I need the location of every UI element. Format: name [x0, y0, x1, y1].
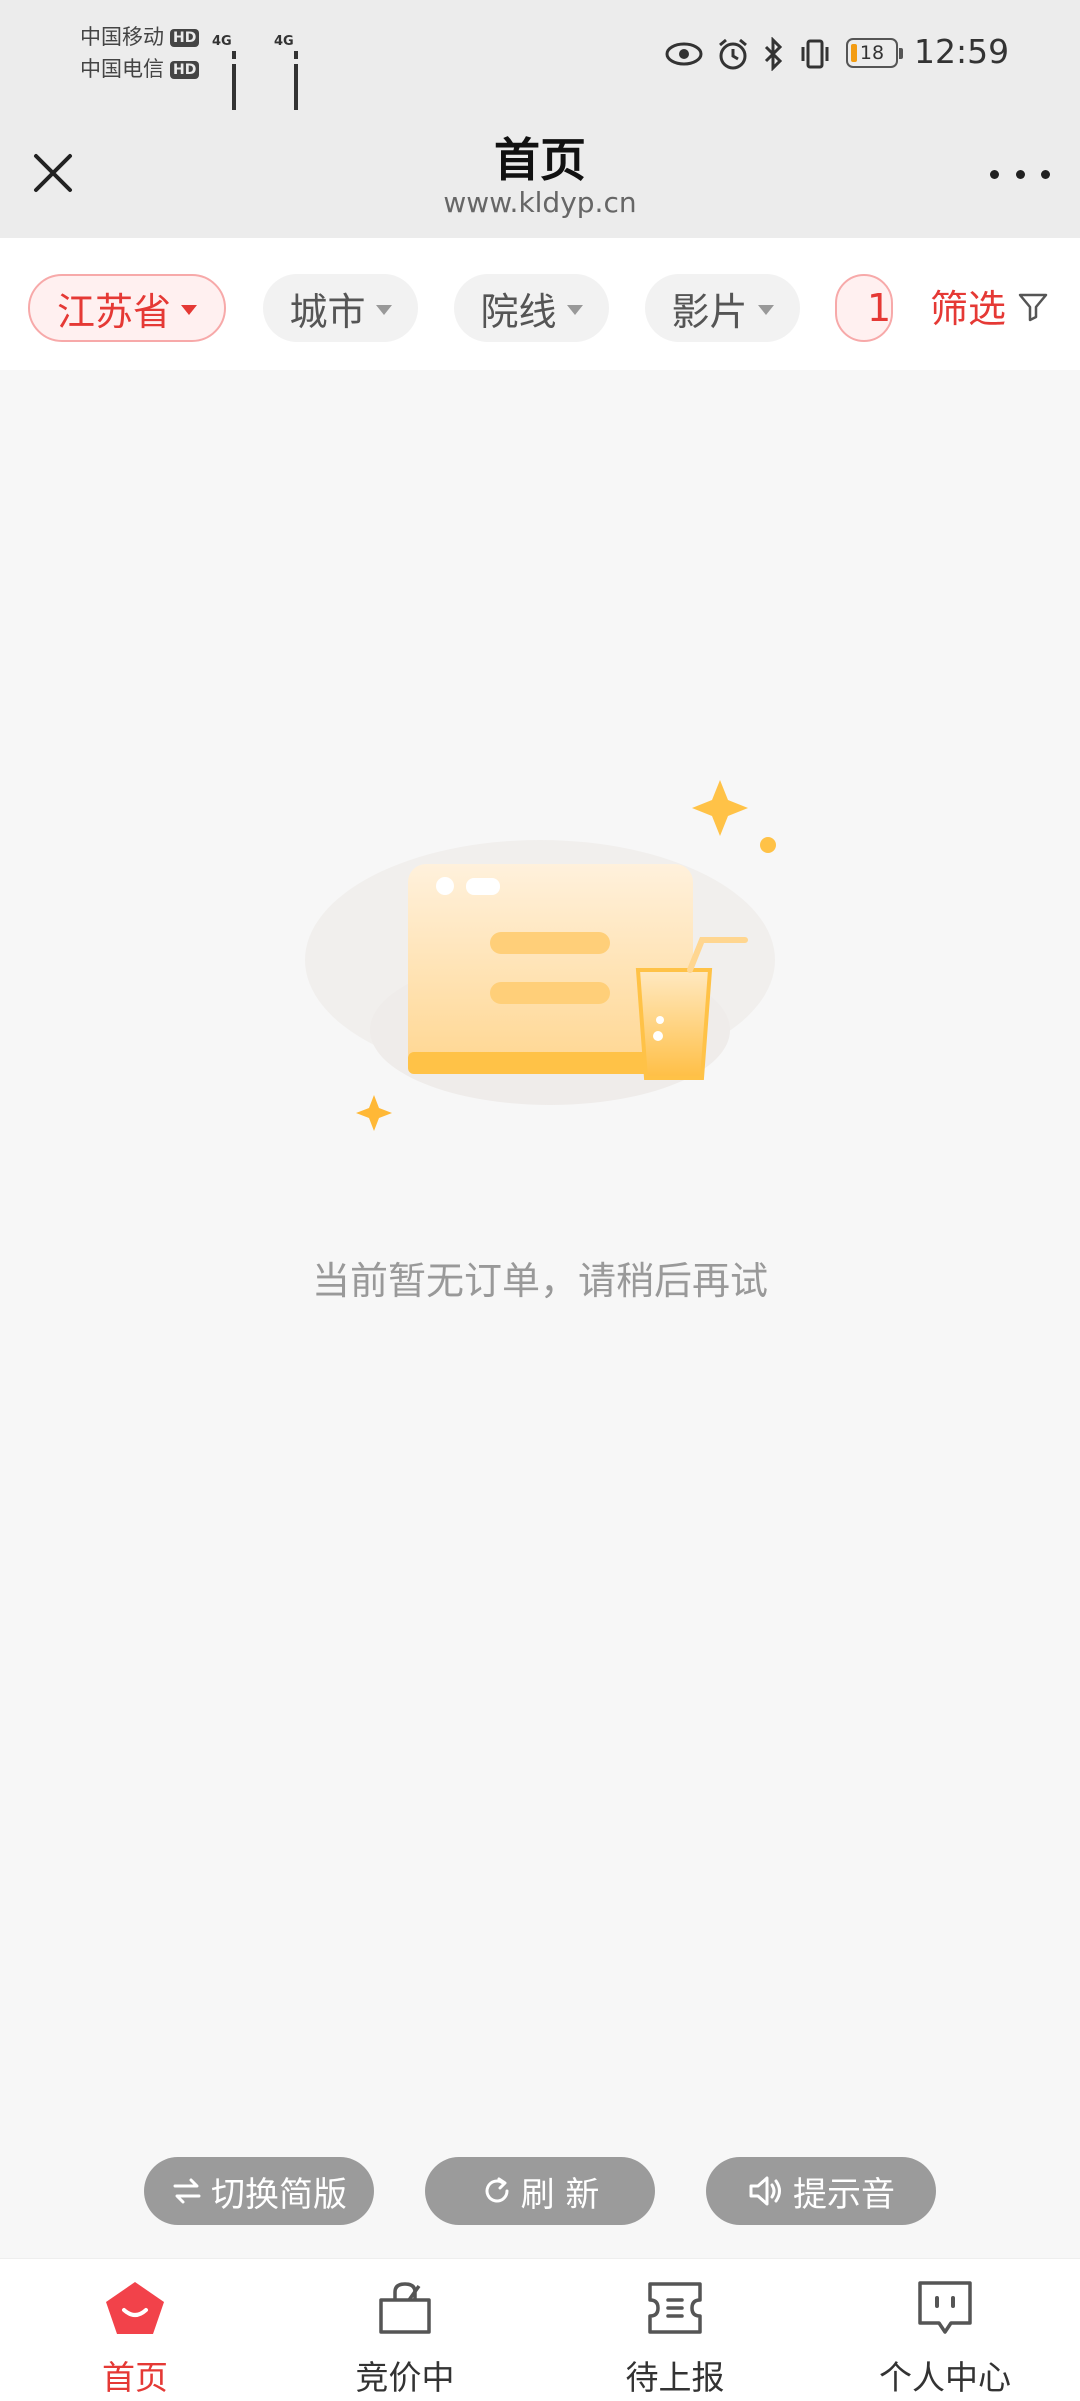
tab-pending-report[interactable]: 待上报 — [540, 2259, 810, 2401]
hd-badge: HD — [170, 61, 200, 79]
status-icons — [664, 34, 832, 74]
filter-chip-extra[interactable]: 1 — [835, 274, 893, 342]
empty-orders-illustration — [305, 780, 776, 1131]
clock: 12:59 — [914, 32, 1010, 71]
carrier-2: 中国电信 HD — [80, 56, 200, 82]
battery-icon: 18 — [846, 38, 903, 68]
filter-chip-movie[interactable]: 影片 — [645, 274, 800, 342]
home-icon — [106, 2282, 164, 2334]
eye-icon — [665, 42, 703, 66]
dropdown-icon — [375, 305, 392, 315]
tab-profile[interactable]: 个人中心 — [810, 2259, 1080, 2401]
alarm-icon — [719, 38, 747, 70]
switch-simple-mode-button[interactable]: 切换简版 — [144, 2157, 374, 2225]
dropdown-icon — [181, 305, 197, 315]
hd-badge: HD — [170, 29, 200, 47]
refresh-icon — [485, 2177, 509, 2203]
tab-bidding[interactable]: 竞价中 — [270, 2259, 540, 2401]
filter-icon — [1018, 293, 1048, 321]
page-title: 首页 — [494, 133, 586, 187]
filter-bar: 江苏省 城市 院线 影片 1 筛选 — [0, 238, 1080, 370]
filter-chip-province[interactable]: 江苏省 — [28, 274, 226, 342]
dropdown-icon — [566, 305, 583, 315]
dropdown-icon — [757, 305, 774, 315]
bluetooth-icon — [764, 37, 783, 71]
shopping-bag-icon — [379, 2282, 431, 2334]
ticket-icon — [648, 2282, 702, 2334]
user-chat-icon — [918, 2281, 972, 2334]
notification-sound-button[interactable]: 提示音 — [706, 2157, 936, 2225]
tab-home[interactable]: 首页 — [0, 2259, 270, 2401]
carrier-1: 中国移动 HD — [80, 24, 200, 50]
filter-chip-city[interactable]: 城市 — [263, 274, 418, 342]
bottom-tab-bar: 首页 竞价中 待上报 个人中心 — [0, 2258, 1080, 2401]
vibrate-icon — [801, 39, 829, 69]
status-bar: 中国移动 HD 中国电信 HD 4G 4G 18 12:59 — [0, 0, 1080, 124]
filter-button[interactable]: 筛选 — [930, 278, 1050, 333]
switch-icon — [173, 2178, 201, 2204]
more-button[interactable] — [990, 162, 1050, 186]
refresh-button[interactable]: 刷 新 — [425, 2157, 655, 2225]
filter-chip-cinema-chain[interactable]: 院线 — [454, 274, 609, 342]
speaker-icon — [749, 2176, 781, 2206]
more-icon — [990, 169, 999, 179]
page-url: www.kldyp.cn — [443, 186, 637, 219]
title-bar: 首页 www.kldyp.cn — [0, 110, 1080, 238]
empty-state-message: 当前暂无订单，请稍后再试 — [311, 1259, 768, 1303]
